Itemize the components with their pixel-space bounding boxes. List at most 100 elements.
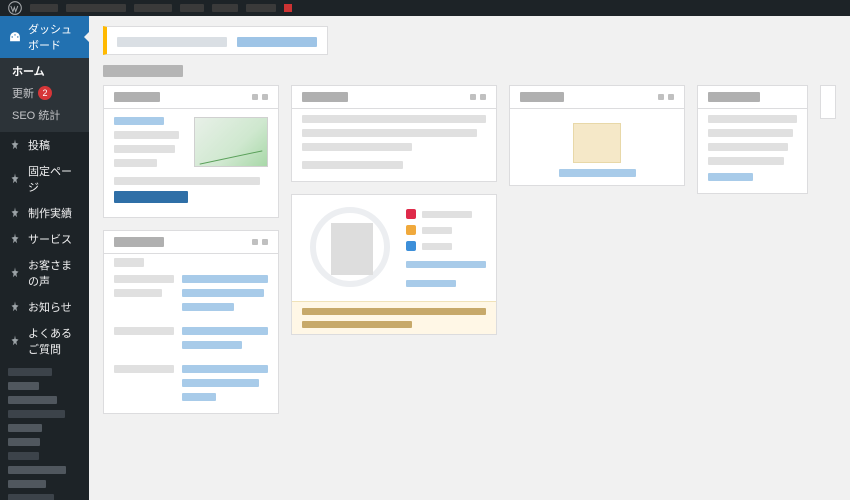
menu-label: お知らせ: [28, 299, 72, 315]
menu-label: よくあるご質問: [28, 325, 81, 357]
seo-score-thumb: [331, 223, 373, 275]
blur-highlight[interactable]: [114, 191, 188, 203]
menu-item-blur[interactable]: [8, 410, 65, 418]
blur-line[interactable]: [182, 303, 234, 311]
toolbar-notification-dot[interactable]: [284, 4, 292, 12]
section-label-blur: [114, 258, 144, 267]
menu-よくあるご質問[interactable]: よくあるご質問: [0, 320, 89, 362]
blur-line: [302, 143, 412, 151]
pin-icon: [8, 300, 22, 314]
menu-dashboard-label: ダッシュボード: [28, 21, 81, 53]
submenu-dashboard: ホーム 更新 2 SEO 統計: [0, 58, 89, 132]
dashboard-widgets: [103, 85, 836, 414]
menu-お知らせ[interactable]: お知らせ: [0, 294, 89, 320]
blur-line: [114, 275, 174, 283]
menu-dashboard[interactable]: ダッシュボード: [0, 16, 89, 58]
widget-controls[interactable]: [252, 239, 268, 245]
submenu-seo-stats[interactable]: SEO 統計: [0, 104, 89, 126]
pin-icon: [8, 266, 22, 280]
menu-item-blur[interactable]: [8, 452, 39, 460]
blur-line: [302, 129, 477, 137]
blur-line: [114, 365, 174, 373]
menu-投稿[interactable]: 投稿: [0, 132, 89, 158]
dashboard-icon: [8, 30, 22, 44]
admin-notice: [103, 26, 328, 55]
seo-score-donut: [310, 207, 390, 287]
blur-line: [708, 115, 797, 123]
widget-aioseo-overview: [291, 194, 497, 335]
legend-label-blur: [422, 227, 452, 234]
menu-サービス[interactable]: サービス: [0, 226, 89, 252]
update-count-badge: 2: [38, 86, 52, 100]
blur-line[interactable]: [182, 365, 268, 373]
blur-line[interactable]: [559, 169, 636, 177]
blur-line: [708, 129, 793, 137]
pin-icon: [8, 138, 22, 152]
page-title-blur: [103, 65, 183, 77]
menu-制作実績[interactable]: 制作実績: [0, 200, 89, 226]
pin-icon: [8, 206, 22, 220]
notice-link-blur[interactable]: [237, 37, 317, 47]
menu-item-blur[interactable]: [8, 494, 54, 500]
menu-お客さまの声[interactable]: お客さまの声: [0, 252, 89, 294]
blur-line: [114, 289, 162, 297]
blur-line[interactable]: [182, 327, 268, 335]
blur-line: [114, 177, 260, 185]
blur-line[interactable]: [708, 173, 753, 181]
menu-item-blur[interactable]: [8, 480, 46, 488]
menu-item-blur[interactable]: [8, 382, 39, 390]
menu-item-blur[interactable]: [8, 368, 52, 376]
legend-swatch-warning: [406, 225, 416, 235]
legend-swatch-good: [406, 241, 416, 251]
site-health-chart-thumb: [194, 117, 268, 167]
blur-line[interactable]: [182, 289, 264, 297]
toolbar-item-blur[interactable]: [134, 4, 172, 12]
menu-label: 投稿: [28, 137, 50, 153]
legend-swatch-critical: [406, 209, 416, 219]
seo-legend: [406, 203, 486, 293]
toolbar-item-blur[interactable]: [246, 4, 276, 12]
blur-line[interactable]: [182, 275, 268, 283]
main-content: [89, 16, 850, 500]
widget-collapsed[interactable]: [820, 85, 836, 119]
menu-item-blur[interactable]: [8, 396, 57, 404]
toolbar-item-blur[interactable]: [66, 4, 126, 12]
toolbar-item-blur[interactable]: [30, 4, 58, 12]
toolbar-item-blur[interactable]: [212, 4, 238, 12]
blur-line[interactable]: [406, 280, 456, 287]
menu-item-blur[interactable]: [8, 438, 40, 446]
widget-controls[interactable]: [252, 94, 268, 100]
menu-label: 固定ページ: [28, 163, 81, 195]
widget-controls[interactable]: [470, 94, 486, 100]
blur-line: [708, 157, 784, 165]
blur-line[interactable]: [182, 393, 216, 401]
toolbar-item-blur[interactable]: [180, 4, 204, 12]
blur-line: [708, 143, 788, 151]
blur-line: [114, 327, 174, 335]
pin-icon: [8, 232, 22, 246]
menu-item-blur[interactable]: [8, 424, 42, 432]
blur-line: [114, 159, 157, 167]
blur-line[interactable]: [182, 341, 242, 349]
submenu-updates[interactable]: 更新 2: [0, 82, 89, 104]
blur-line: [302, 161, 403, 169]
blur-line: [302, 321, 412, 328]
blur-line: [302, 308, 486, 315]
legend-label-blur: [422, 243, 452, 250]
menu-label: 制作実績: [28, 205, 72, 221]
submenu-home[interactable]: ホーム: [0, 60, 89, 82]
widget-title-blur: [114, 237, 164, 247]
widget-at-a-glance: [291, 85, 497, 182]
menu-item-blur[interactable]: [8, 466, 66, 474]
widget-activity: [103, 230, 279, 414]
widget-title-blur: [114, 92, 160, 102]
blur-line: [114, 145, 175, 153]
menu-固定ページ[interactable]: 固定ページ: [0, 158, 89, 200]
wordpress-logo-icon[interactable]: [8, 1, 22, 15]
notice-text-blur: [117, 37, 227, 47]
blur-line[interactable]: [182, 379, 259, 387]
widget-title-blur: [708, 92, 760, 102]
blur-line[interactable]: [406, 261, 486, 268]
widget-controls[interactable]: [658, 94, 674, 100]
pin-icon: [8, 172, 22, 186]
